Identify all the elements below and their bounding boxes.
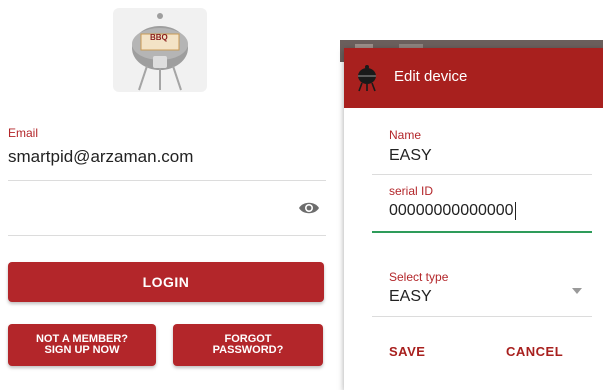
password-field[interactable] (8, 182, 326, 236)
serial-id-text: 00000000000000 (389, 202, 514, 220)
login-button[interactable]: LOGIN (8, 262, 324, 302)
email-value[interactable]: smartpid@arzaman.com (8, 147, 193, 167)
grill-icon (358, 65, 376, 92)
save-button[interactable]: SAVE (389, 344, 425, 359)
login-screen: BBQ Email smartpid@arzaman.com LOGIN NOT… (0, 0, 340, 390)
cancel-button[interactable]: CANCEL (506, 344, 563, 359)
serial-id-label: serial ID (389, 184, 434, 198)
chevron-down-icon[interactable] (572, 288, 582, 294)
serial-id-field[interactable]: serial ID 00000000000000 (372, 174, 592, 233)
name-label: Name (389, 128, 422, 142)
forgot-password-button[interactable]: FORGOT PASSWORD? (173, 324, 323, 366)
text-cursor (514, 202, 516, 220)
name-field[interactable]: Name EASY (372, 112, 592, 175)
type-select[interactable]: Select type EASY (372, 258, 592, 317)
eye-icon[interactable] (298, 200, 320, 216)
app-logo: BBQ (113, 8, 207, 92)
logo-text: BBQ (150, 33, 168, 42)
email-label: Email (8, 126, 39, 140)
signup-button[interactable]: NOT A MEMBER? SIGN UP NOW (8, 324, 156, 366)
forgot-line-2: PASSWORD? (212, 344, 284, 356)
bbq-logo-icon (132, 13, 188, 91)
edit-device-dialog: Edit device Name EASY serial ID 00000000… (344, 48, 603, 390)
type-value[interactable]: EASY (389, 288, 432, 306)
serial-id-value[interactable]: 00000000000000 (389, 202, 516, 220)
name-value[interactable]: EASY (389, 147, 432, 165)
email-field[interactable]: Email smartpid@arzaman.com (8, 124, 326, 181)
type-label: Select type (389, 270, 449, 284)
dialog-title: Edit device (394, 68, 468, 85)
signup-line-2: SIGN UP NOW (44, 344, 120, 356)
dialog-header: Edit device (344, 48, 603, 108)
